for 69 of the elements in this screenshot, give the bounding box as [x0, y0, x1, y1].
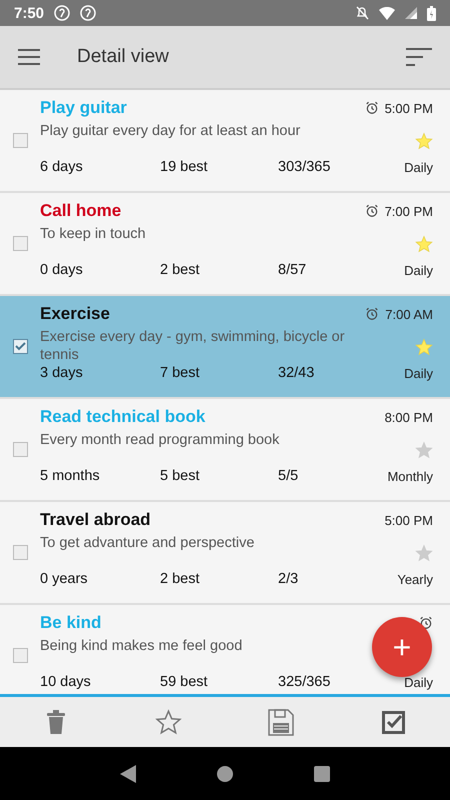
- streak-count: 0 years: [40, 571, 89, 587]
- best-streak: 2 best: [160, 262, 200, 278]
- star-icon[interactable]: [415, 441, 433, 459]
- streak-count: 5 months: [40, 468, 101, 484]
- streak-count: 10 days: [40, 674, 92, 690]
- checkbox[interactable]: [12, 339, 28, 354]
- habit-description: Every month read programming book: [40, 431, 280, 449]
- reminder-time: 7:00 PM: [384, 204, 433, 218]
- frequency-label: Daily: [404, 674, 433, 690]
- streak-count: 3 days: [40, 365, 84, 381]
- checkbox[interactable]: [12, 442, 28, 457]
- habit-description: Exercise every day - gym, swimming, bicycle or tennis: [40, 328, 346, 364]
- checkbox[interactable]: [12, 545, 28, 560]
- progress-count: 5/5: [278, 468, 300, 484]
- checkbox[interactable]: [12, 133, 28, 148]
- checkbox-icon[interactable]: [382, 710, 406, 734]
- frequency-label: Monthly: [387, 468, 433, 484]
- status-time: 7:50: [14, 4, 44, 22]
- best-streak: 19 best: [160, 159, 209, 175]
- checkbox[interactable]: [12, 648, 28, 663]
- alarm-icon: [419, 616, 433, 630]
- habit-title: Call home: [40, 201, 122, 221]
- star-icon[interactable]: [415, 544, 433, 562]
- frequency-label: Daily: [404, 366, 433, 380]
- progress-count: 8/57: [278, 262, 308, 278]
- habit-title: Play guitar: [40, 98, 127, 118]
- checkbox[interactable]: [12, 236, 28, 251]
- reminder-time: 5:00 PM: [384, 512, 433, 528]
- sort-icon[interactable]: [406, 48, 432, 66]
- best-streak: 2 best: [160, 571, 200, 587]
- recents-icon[interactable]: [314, 766, 330, 782]
- habit-title: Be kind: [40, 613, 102, 633]
- home-icon[interactable]: [216, 766, 233, 782]
- alarm-icon: [365, 307, 380, 321]
- habit-title: Exercise: [40, 304, 110, 324]
- streak-count: 0 days: [40, 262, 84, 278]
- battery-icon: [427, 6, 436, 20]
- save-icon[interactable]: [268, 708, 294, 736]
- best-streak: 5 best: [160, 468, 200, 484]
- habit-description: Play guitar every day for at least an hour: [40, 122, 300, 140]
- trash-icon[interactable]: [46, 709, 66, 735]
- progress-count: 2/3: [278, 571, 300, 587]
- progress-count: 32/43: [278, 365, 316, 381]
- frequency-label: Daily: [404, 262, 433, 278]
- frequency-label: Yearly: [397, 572, 433, 586]
- habit-title: Travel abroad: [40, 510, 151, 530]
- menu-icon[interactable]: [18, 49, 40, 65]
- best-streak: 7 best: [160, 365, 200, 381]
- habit-description: To keep in touch: [40, 225, 146, 243]
- star-icon[interactable]: [155, 709, 182, 735]
- progress-count: 325/365: [278, 674, 332, 690]
- habit-description: Being kind makes me feel good: [40, 637, 242, 655]
- progress-count: 303/365: [278, 159, 332, 175]
- habit-description: To get advanture and perspective: [40, 534, 254, 552]
- habit-row[interactable]: Exercise 7:00 AM Exercise every day - gym, swimming, bicycle or tennis 3 days 7 best 32/43 Daily: [0, 296, 450, 399]
- reminder-time: 7:00 AM: [385, 306, 433, 322]
- reminder-time: 5:00 PM: [384, 100, 433, 116]
- habit-title: Read technical book: [40, 407, 206, 427]
- muted-bell-icon: [355, 6, 369, 20]
- reminder-time: 8:00 PM: [384, 410, 433, 424]
- back-icon[interactable]: [120, 764, 136, 782]
- wifi-icon: [379, 6, 395, 20]
- frequency-label: Daily: [404, 160, 433, 174]
- signal-icon: [405, 7, 417, 19]
- streak-count: 6 days: [40, 159, 84, 175]
- alarm-icon: [364, 204, 379, 218]
- alarm-icon: [364, 101, 379, 115]
- screen-title: Detail view: [77, 46, 170, 68]
- best-streak: 59 best: [160, 674, 209, 690]
